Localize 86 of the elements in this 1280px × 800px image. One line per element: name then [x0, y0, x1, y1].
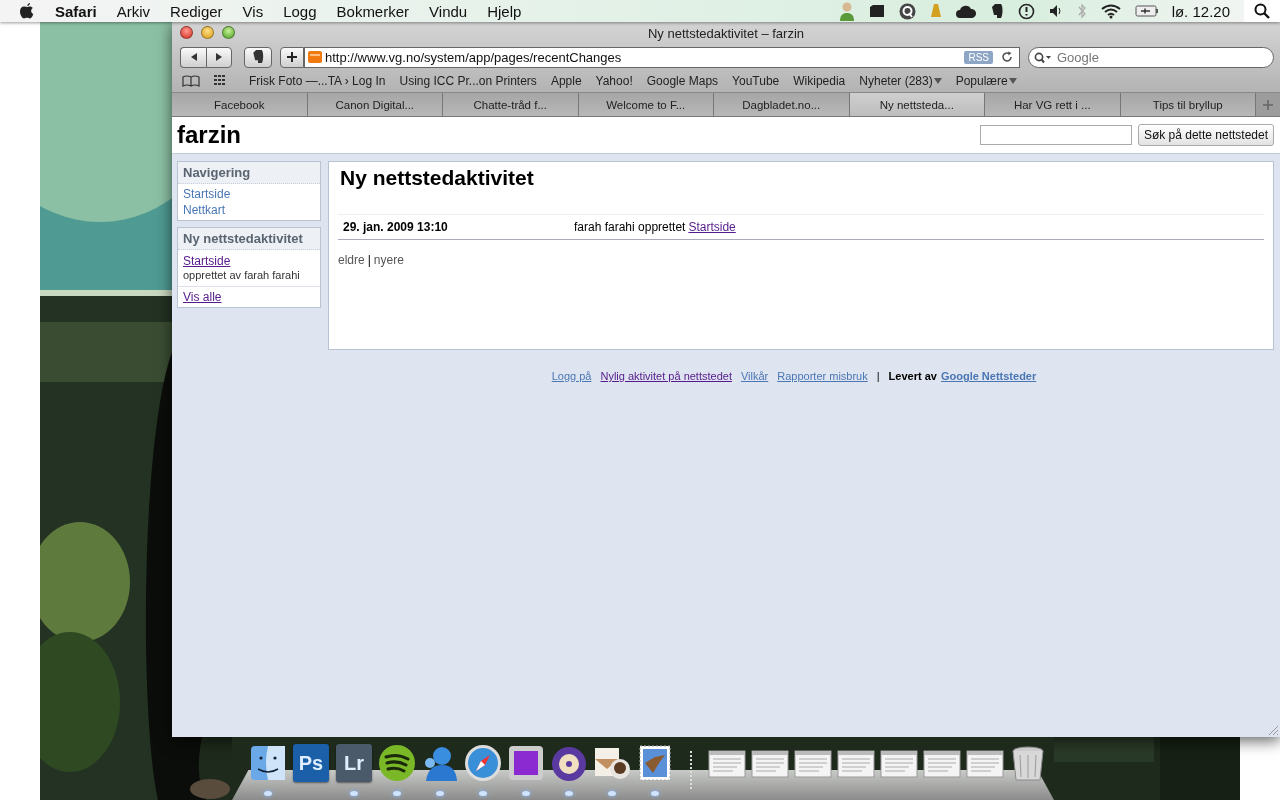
dock-separator	[690, 751, 692, 791]
site-search-field[interactable]	[979, 125, 1132, 145]
grid-icon[interactable]	[214, 75, 228, 87]
search-icon	[1034, 51, 1052, 64]
entry-note: opprettet av farah farahi	[183, 269, 300, 281]
search-icon[interactable]	[1244, 0, 1280, 22]
newer-link[interactable]: nyere	[373, 253, 404, 267]
activity-date: 29. jan. 2009 13:10	[343, 220, 449, 234]
caret-icon	[1008, 78, 1017, 84]
add-bookmark-button[interactable]	[280, 46, 304, 68]
footer-link[interactable]: Vilkår	[740, 370, 769, 382]
footer-separator: |	[876, 370, 880, 382]
footer-link[interactable]: Logg på	[551, 370, 592, 382]
page-heading: Ny nettstedaktivitet	[340, 166, 535, 190]
footer-link[interactable]: Google Nettsteder	[940, 370, 1037, 382]
app-tile-icon[interactable]: Ps	[293, 744, 329, 782]
minimize-button[interactable]	[201, 26, 214, 39]
view-all-link[interactable]: Vis alle	[183, 290, 222, 304]
square-icon[interactable]	[506, 743, 546, 783]
book-icon[interactable]	[182, 75, 200, 87]
address-field[interactable]: http://www.vg.no/system/app/pages/recentChanges RSS	[304, 46, 1020, 68]
menu-item[interactable]: Hjelp	[477, 2, 532, 20]
app-tile-icon[interactable]: Lr	[336, 744, 372, 782]
speaker-icon[interactable]	[1048, 4, 1063, 18]
bookmark[interactable]: Wikipedia	[786, 74, 853, 88]
forward-button[interactable]	[206, 46, 232, 68]
window-title: Ny nettstedaktivitet – farzin	[647, 25, 805, 41]
activity-text: farah farahi opprettet	[574, 220, 686, 234]
bookmark[interactable]: Frisk Foto —...TA › Log In	[242, 74, 393, 88]
older-link[interactable]: eldre	[338, 253, 365, 267]
zoom-button[interactable]	[222, 26, 235, 39]
site-title[interactable]: farzin	[177, 121, 241, 149]
browser-tab[interactable]: Welcome to F...	[578, 93, 714, 116]
site-icon	[307, 49, 323, 65]
browser-tab[interactable]: Canon Digital...	[307, 93, 443, 116]
sidebar-heading: Ny nettstedaktivitet	[178, 228, 320, 250]
bookmark[interactable]: Populære	[948, 74, 1024, 88]
sidebar-link[interactable]: Startside	[183, 254, 231, 268]
q-circle-icon[interactable]	[898, 2, 916, 20]
page-link[interactable]: Startside	[688, 220, 736, 234]
footer-label: Levert av	[888, 370, 937, 382]
menu-item[interactable]: Rediger	[160, 2, 233, 20]
bookmark[interactable]: Yahoo!	[588, 74, 640, 88]
sound-waves-icon[interactable]	[377, 743, 417, 783]
clock-icon[interactable]	[1017, 2, 1035, 20]
cloud-icon[interactable]	[955, 4, 976, 18]
bookmark[interactable]: Google Maps	[639, 74, 726, 88]
close-button[interactable]	[180, 26, 193, 39]
menu-item[interactable]: Bokmerker	[326, 2, 420, 20]
menu-item[interactable]: Logg	[273, 2, 327, 20]
resize-grip-icon[interactable]	[1267, 724, 1279, 736]
search-button[interactable]: Søk på dette nettstedet	[1137, 124, 1274, 146]
bookmark[interactable]: Using ICC Pr...on Printers	[392, 74, 544, 88]
forward-icon	[214, 52, 224, 62]
sidebar-link[interactable]: Nettkart	[183, 203, 225, 217]
plus-icon	[286, 51, 298, 63]
bookmark[interactable]: Nyheter (283)	[852, 74, 949, 88]
browser-tab[interactable]: Ny nettsteda...	[849, 93, 985, 116]
smiling-face-icon[interactable]	[248, 743, 288, 783]
search-field[interactable]: Google	[1028, 46, 1274, 68]
elephant-button[interactable]	[244, 46, 272, 68]
caret-icon	[933, 78, 942, 84]
apple-icon[interactable]	[19, 2, 35, 20]
reload-icon[interactable]	[1001, 51, 1013, 63]
plus-icon	[1263, 99, 1273, 110]
browser-tab[interactable]: Har VG rett i ...	[985, 93, 1121, 116]
menu-item[interactable]: Vis	[232, 2, 274, 20]
clock-text[interactable]: lø. 12.20	[1171, 2, 1230, 20]
browser-tab[interactable]: Tips til bryllup	[1120, 93, 1256, 116]
bookmark[interactable]: YouTube	[725, 74, 787, 88]
browser-tab[interactable]: Facebook	[172, 93, 308, 116]
back-button[interactable]	[180, 46, 206, 68]
compass-icon[interactable]	[463, 743, 503, 783]
battery-icon[interactable]	[1134, 5, 1159, 17]
browser-tab[interactable]: Chatte-tråd f...	[443, 93, 579, 116]
wifi-icon[interactable]	[1100, 3, 1121, 19]
footer-link[interactable]: Nylig aktivitet på nettstedet	[600, 370, 732, 382]
pager-separator: |	[367, 253, 371, 267]
footer-link[interactable]: Rapporter misbruk	[777, 370, 868, 382]
sidebar-link[interactable]: Startside	[183, 187, 231, 201]
bookmark[interactable]: Apple	[543, 74, 589, 88]
menu-item[interactable]: Vindu	[419, 2, 478, 20]
menu-item[interactable]: Safari	[45, 2, 107, 20]
menu-item[interactable]: Arkiv	[106, 2, 161, 20]
browser-tab[interactable]: Dagbladet.no...	[714, 93, 850, 116]
sidebar-heading: Navigering	[178, 162, 320, 184]
